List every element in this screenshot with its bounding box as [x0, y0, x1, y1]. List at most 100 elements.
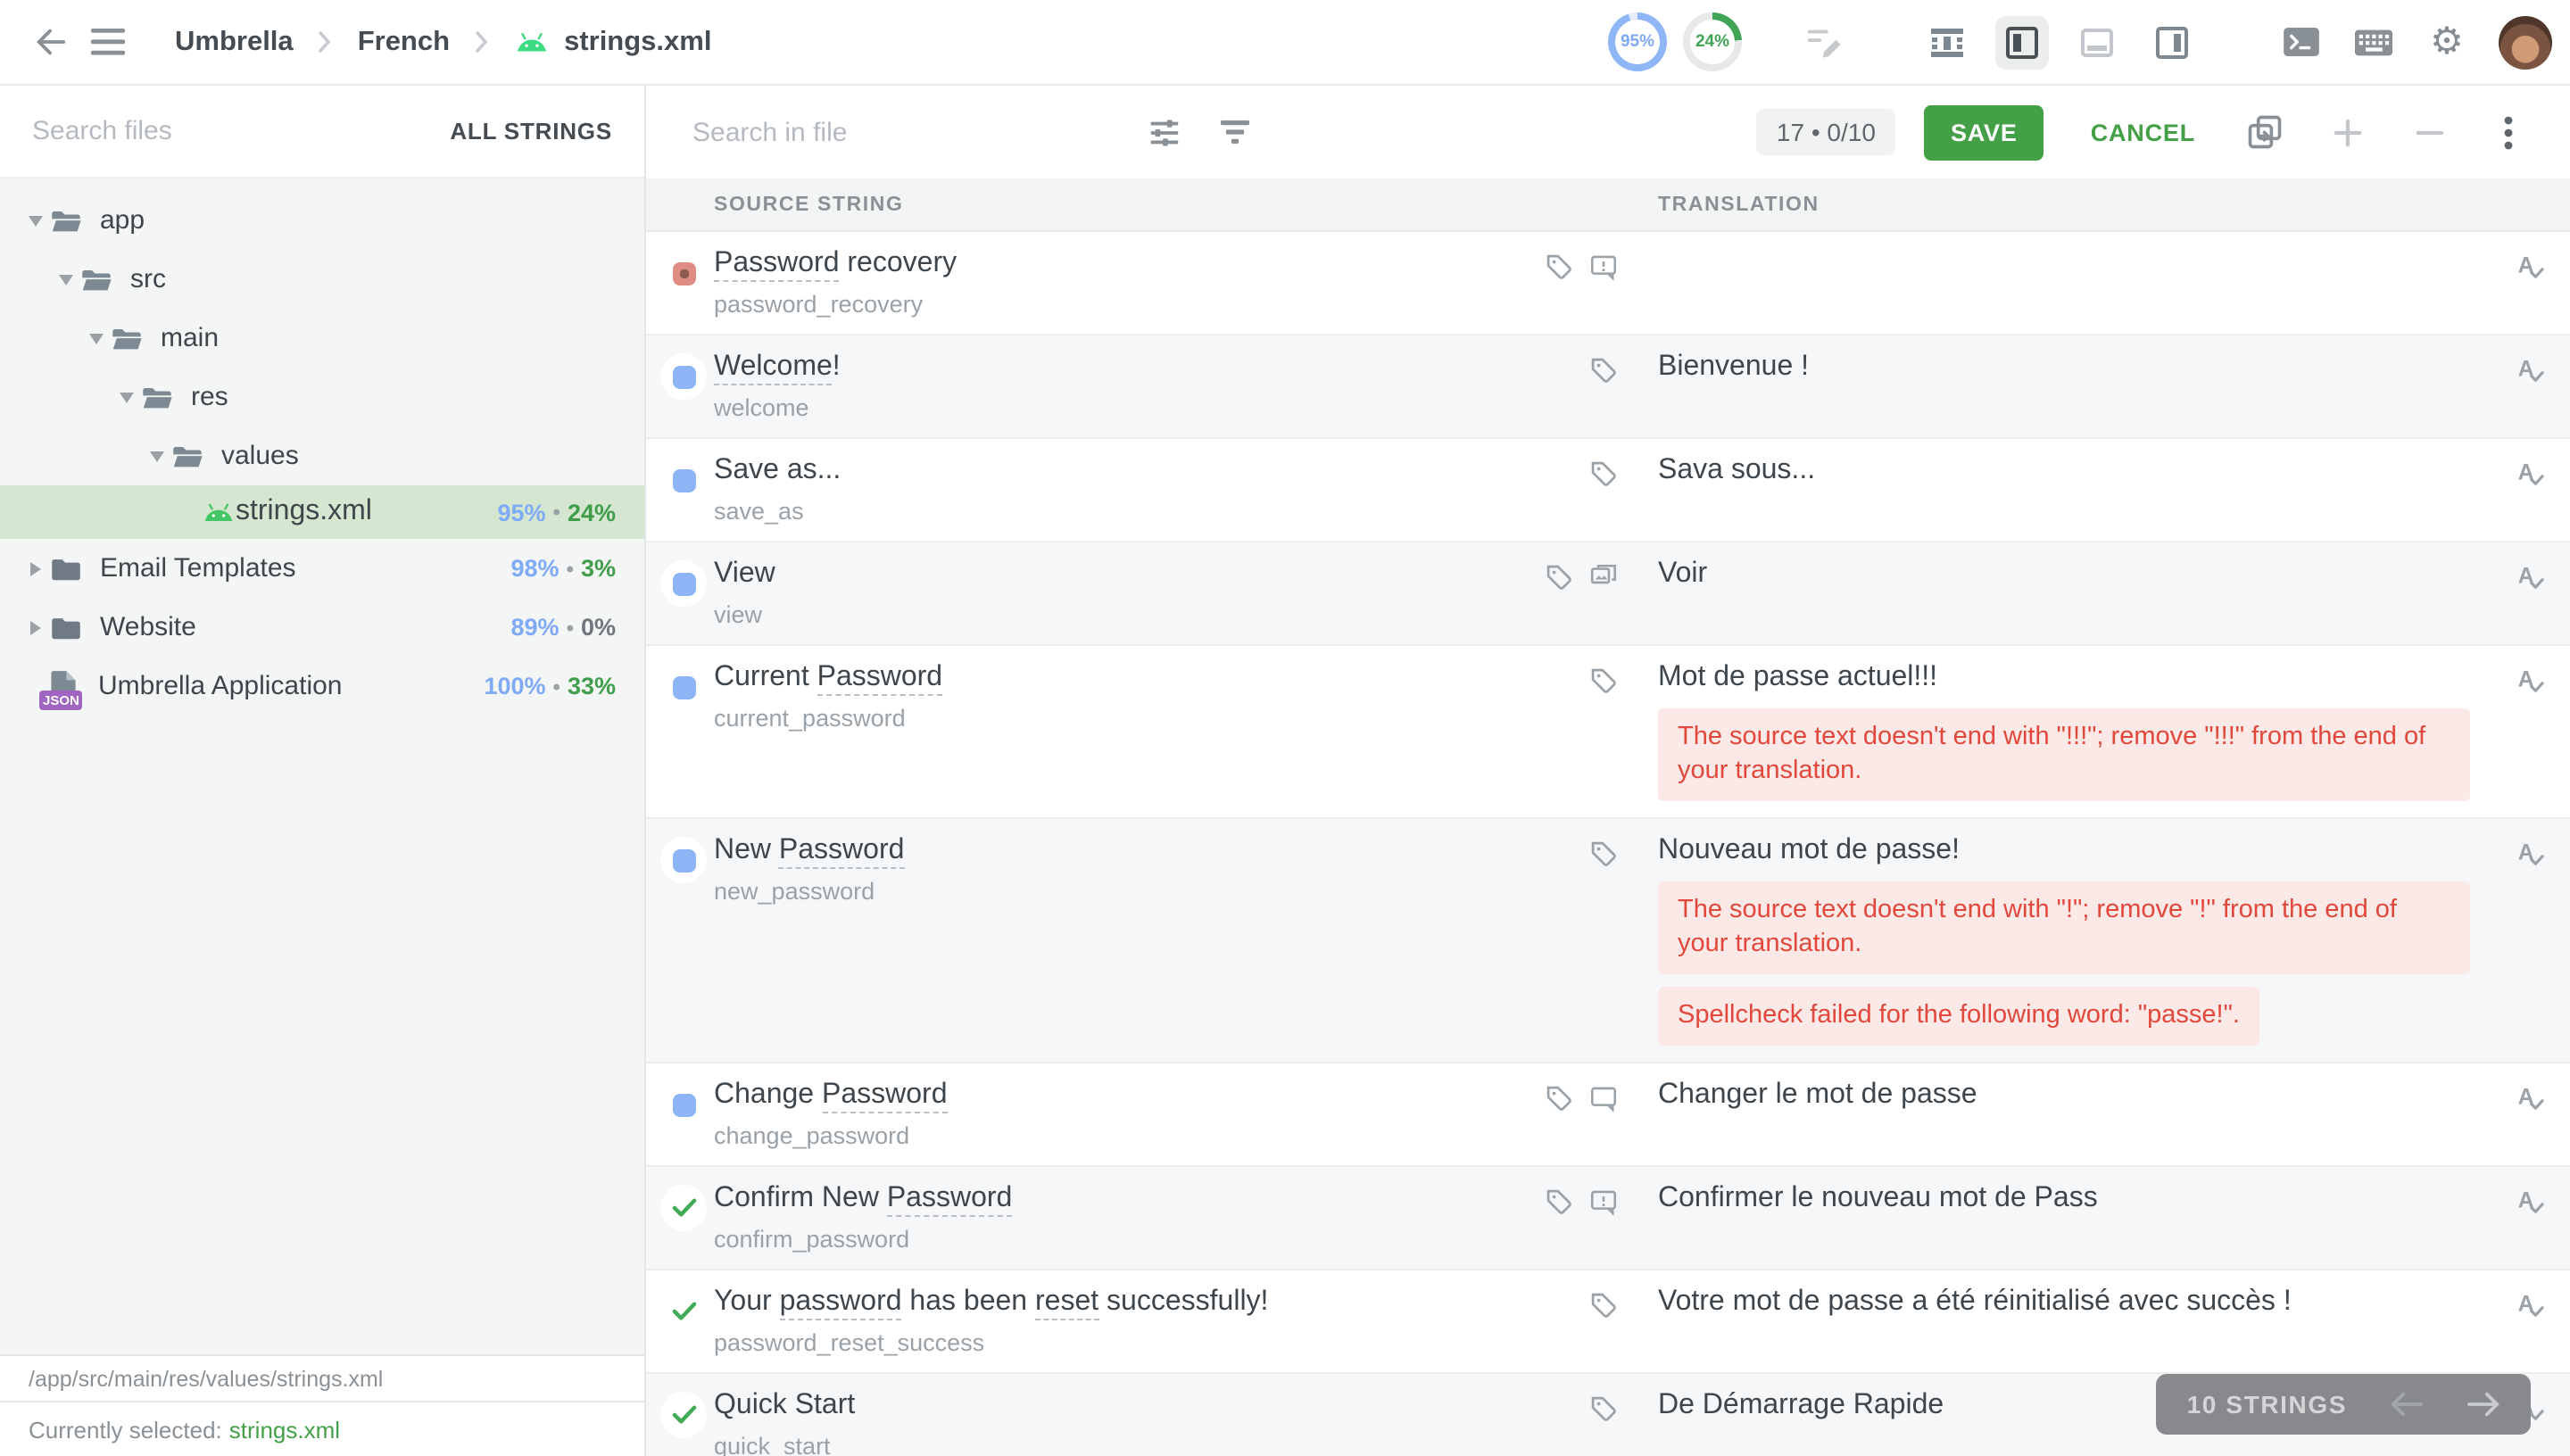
translation-header: TRANSLATION: [1658, 194, 2488, 215]
stats-separator: •: [567, 556, 574, 581]
translated-progress-ring[interactable]: 95%: [1608, 12, 1667, 71]
translation-cell[interactable]: Bienvenue !: [1658, 350, 2488, 421]
string-key: password_recovery: [714, 291, 1512, 318]
search-files-input[interactable]: [29, 114, 446, 148]
currently-selected-file-link[interactable]: strings.xml: [229, 1416, 340, 1443]
proofread-icon[interactable]: A: [2512, 457, 2546, 525]
breadcrumb-project[interactable]: Umbrella: [175, 26, 294, 58]
string-row[interactable]: New Password new_password Nouveau mot de…: [646, 819, 2570, 1063]
tree-folder-website[interactable]: Website 89% • 0%: [0, 598, 644, 657]
translation-cell[interactable]: Voir: [1658, 557, 2488, 628]
proofread-icon[interactable]: A: [2512, 1288, 2546, 1356]
approved-pct: 24%: [568, 499, 616, 525]
caret-down-icon[interactable]: [21, 215, 50, 226]
previous-page-icon[interactable]: [2390, 1392, 2424, 1417]
proofread-icon[interactable]: A: [2512, 1185, 2546, 1253]
translation-cell[interactable]: Confirmer le nouveau mot de Pass: [1658, 1181, 2488, 1253]
caret-right-icon[interactable]: [21, 561, 50, 575]
translation-cell[interactable]: Votre mot de passe a été réinitialisé av…: [1658, 1285, 2488, 1356]
file-stats: 98% • 3%: [511, 555, 617, 582]
tree-file-umbrella-application[interactable]: JSON Umbrella Application 100% • 33%: [0, 657, 644, 716]
breadcrumb-file[interactable]: strings.xml: [514, 26, 711, 58]
string-row[interactable]: Current Password current_password Mot de…: [646, 646, 2570, 819]
proofread-icon[interactable]: A: [2512, 353, 2546, 421]
string-row[interactable]: Confirm New Password confirm_password Co…: [646, 1167, 2570, 1270]
filter-settings-icon[interactable]: [1140, 109, 1187, 155]
string-row[interactable]: Save as... save_as Sava sous... A: [646, 439, 2570, 542]
side-by-side-view-icon[interactable]: [1995, 15, 2049, 69]
caret-down-icon[interactable]: [82, 333, 111, 343]
status-approved-icon: [660, 1185, 707, 1231]
source-string: Your password has been reset successfull…: [714, 1285, 1512, 1320]
next-page-icon[interactable]: [2466, 1392, 2500, 1417]
tree-folder-res[interactable]: res: [0, 368, 644, 426]
search-in-file-input[interactable]: [689, 115, 1115, 149]
proofread-icon[interactable]: A: [2512, 837, 2546, 1046]
caret-down-icon[interactable]: [143, 451, 171, 461]
top-bottom-view-icon[interactable]: [2070, 15, 2124, 69]
proofread-icon[interactable]: A: [2512, 664, 2546, 801]
string-row[interactable]: Welcome! welcome Bienvenue ! A: [646, 335, 2570, 439]
translation-text: Bienvenue !: [1658, 350, 2470, 385]
translation-cell[interactable]: Changer le mot de passe: [1658, 1078, 2488, 1149]
string-row[interactable]: View view Voir A: [646, 542, 2570, 646]
copy-source-icon[interactable]: [2242, 109, 2288, 155]
string-key: save_as: [714, 498, 1512, 525]
string-row[interactable]: Change Password change_password Changer …: [646, 1063, 2570, 1167]
chevron-right-icon: [475, 30, 489, 54]
translation-cell[interactable]: [1658, 246, 2488, 318]
proofread-icon[interactable]: A: [2512, 560, 2546, 628]
keyboard-shortcuts-icon[interactable]: [2347, 15, 2400, 69]
screenshot-icon: [1588, 562, 1619, 628]
tag-icon: [1588, 839, 1619, 1046]
filter-strings-icon[interactable]: [1212, 109, 1258, 155]
user-avatar[interactable]: [2499, 15, 2552, 69]
caret-down-icon[interactable]: [112, 392, 141, 402]
source-string: Current Password: [714, 660, 1512, 696]
string-key: current_password: [714, 705, 1512, 732]
tree-folder-values[interactable]: values: [0, 426, 644, 485]
source-string: New Password: [714, 833, 1512, 869]
tree-folder-main[interactable]: main: [0, 309, 644, 368]
tree-file-strings-xml-selected[interactable]: strings.xml 95% • 24%: [0, 485, 644, 539]
tree-folder-email-templates[interactable]: Email Templates 98% • 3%: [0, 539, 644, 598]
file-tree: app src main res: [0, 178, 644, 1354]
status-approved-icon: [660, 1288, 707, 1335]
zoom-in-icon[interactable]: [2324, 109, 2370, 155]
menu-icon[interactable]: [79, 13, 136, 70]
qa-error: The source text doesn't end with "!"; re…: [1658, 881, 2470, 974]
back-icon[interactable]: [21, 13, 79, 70]
tag-icon: [1588, 1290, 1619, 1356]
breadcrumb-language[interactable]: French: [358, 26, 450, 58]
tree-folder-app[interactable]: app: [0, 191, 644, 250]
all-strings-button[interactable]: ALL STRINGS: [446, 111, 616, 152]
stats-separator: •: [553, 500, 560, 525]
compose-draft-icon[interactable]: [1795, 15, 1849, 69]
more-options-kebab-icon[interactable]: [2484, 109, 2531, 155]
console-icon[interactable]: [2274, 15, 2327, 69]
translation-cell[interactable]: Nouveau mot de passe! The source text do…: [1658, 833, 2488, 1046]
tag-icon: [1588, 1394, 1619, 1456]
source-string: Save as...: [714, 453, 1512, 489]
translation-cell[interactable]: Mot de passe actuel!!! The source text d…: [1658, 660, 2488, 801]
main-layout: ALL STRINGS app src main: [0, 86, 2570, 1456]
approved-progress-ring[interactable]: 24%: [1683, 12, 1742, 71]
caret-down-icon[interactable]: [52, 274, 80, 285]
caret-right-icon[interactable]: [21, 620, 50, 634]
tree-folder-src[interactable]: src: [0, 250, 644, 309]
proofread-icon[interactable]: A: [2512, 1081, 2546, 1149]
proofread-icon[interactable]: A: [2512, 250, 2546, 318]
cancel-button[interactable]: CANCEL: [2087, 112, 2199, 153]
string-row[interactable]: Your password has been reset successfull…: [646, 1270, 2570, 1374]
approved-pct: 0%: [581, 614, 616, 641]
translation-text: Voir: [1658, 557, 2470, 592]
zoom-out-icon[interactable]: [2406, 109, 2452, 155]
settings-gear-icon[interactable]: ⚙: [2420, 15, 2474, 69]
side-panel-view-icon[interactable]: [2145, 15, 2199, 69]
strings-list-view-icon[interactable]: [1920, 15, 1974, 69]
translation-cell[interactable]: Sava sous...: [1658, 453, 2488, 525]
string-row[interactable]: Password recovery password_recovery A: [646, 232, 2570, 335]
translation-text: Mot de passe actuel!!!: [1658, 660, 2470, 696]
save-button[interactable]: SAVE: [1924, 104, 2044, 160]
tree-folder-label: src: [130, 264, 166, 294]
